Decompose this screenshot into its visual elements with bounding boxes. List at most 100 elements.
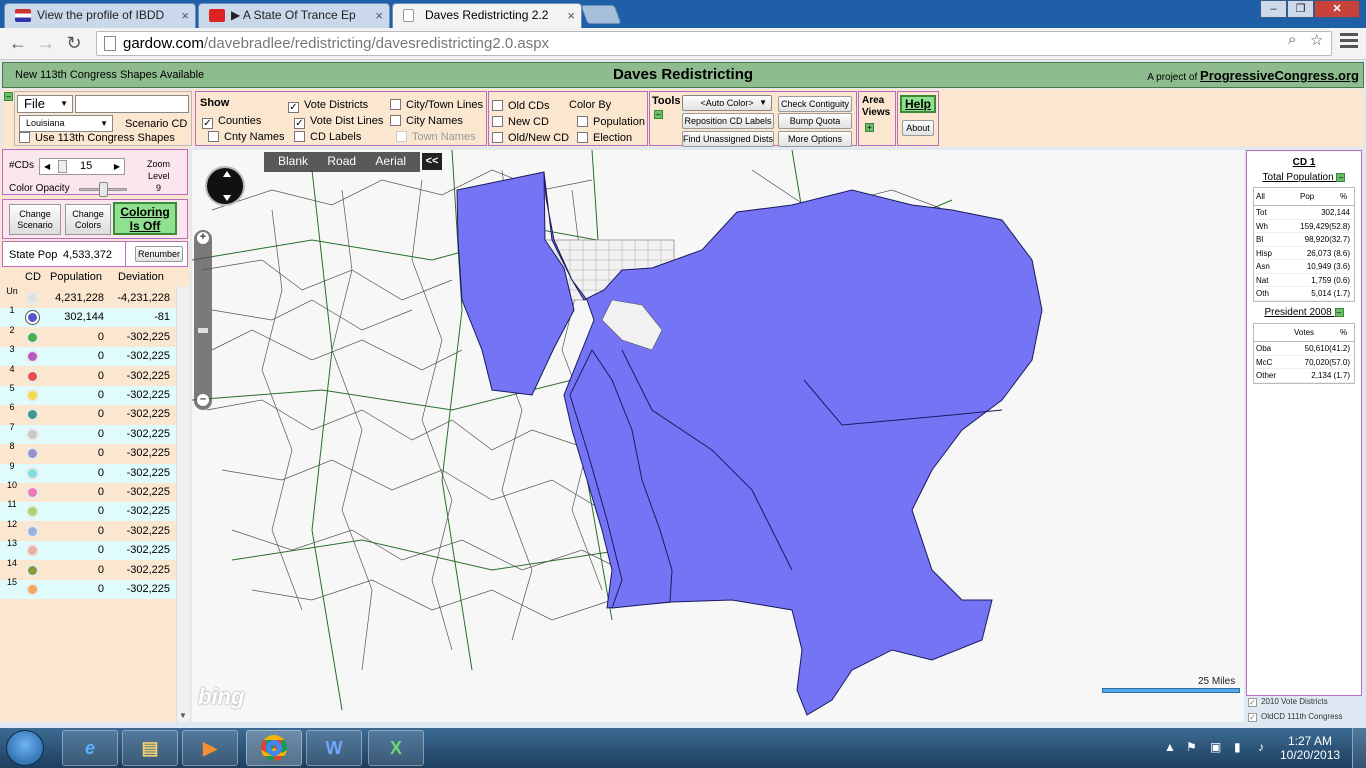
minimize-button[interactable]: – xyxy=(1260,0,1287,18)
cds-stepper[interactable]: ◀ 15 ▶ xyxy=(39,158,125,175)
tab-state-of-trance[interactable]: ▶ A State Of Trance Ep × xyxy=(198,3,390,28)
auto-color-select[interactable]: <Auto Color> ▼ xyxy=(682,95,772,111)
check-contiguity-button[interactable]: Check Contiguity xyxy=(778,96,852,112)
internet-explorer-icon[interactable]: e xyxy=(62,730,118,766)
chrome-icon[interactable] xyxy=(246,730,302,766)
cd-table-row[interactable]: 9 0 -302,225 xyxy=(0,461,176,483)
cd-table-row[interactable]: 12 0 -302,225 xyxy=(0,519,176,541)
old-cds-checkbox[interactable]: Old CDs xyxy=(492,100,550,112)
taskbar-clock[interactable]: 1:27 AM 10/20/2013 xyxy=(1280,734,1340,762)
cd-table-row[interactable]: 8 0 -302,225 xyxy=(0,441,176,464)
pres-toggle-icon[interactable]: – xyxy=(1334,308,1344,317)
stepper-right-arrow-icon[interactable]: ▶ xyxy=(114,159,120,174)
cd-color-swatch[interactable] xyxy=(26,427,39,441)
zoom-magnifier-icon[interactable]: ⌕ xyxy=(1288,31,1296,48)
collapse-map-controls-button[interactable]: << xyxy=(422,153,442,170)
tray-flag-icon[interactable]: ⚑ xyxy=(1186,740,1197,754)
cd-color-swatch[interactable] xyxy=(26,330,39,344)
change-scenario-button[interactable]: Change Scenario xyxy=(9,204,61,235)
tab-daves-redistricting[interactable]: Daves Redistricting 2.2 × xyxy=(392,3,582,28)
zoom-in-icon[interactable]: + xyxy=(197,232,209,244)
cd-table-row[interactable]: 7 0 -302,225 xyxy=(0,422,176,444)
word-icon[interactable]: W xyxy=(306,730,362,766)
cd-color-swatch[interactable] xyxy=(26,544,39,558)
media-player-icon[interactable]: ▶ xyxy=(182,730,238,766)
maximize-button[interactable]: ❐ xyxy=(1287,0,1314,18)
area-views-expand-icon[interactable]: + xyxy=(865,123,874,132)
map-canvas[interactable] xyxy=(192,150,1244,722)
cd-table-row[interactable]: 6 0 -302,225 xyxy=(0,402,176,425)
town-names-checkbox[interactable]: Town Names xyxy=(396,131,476,143)
back-arrow-icon[interactable]: ← xyxy=(6,32,30,56)
cd-table-row[interactable]: 1 302,144 -81 xyxy=(0,305,176,328)
old-new-cd-checkbox[interactable]: Old/New CD xyxy=(492,132,569,144)
cd-color-swatch[interactable] xyxy=(26,389,39,402)
cd-color-swatch[interactable] xyxy=(26,524,39,538)
url-input[interactable]: gardow.com/davebradlee/redistricting/dav… xyxy=(96,31,1332,56)
window-close-button[interactable]: ✕ xyxy=(1314,0,1360,18)
about-button[interactable]: About xyxy=(902,120,934,136)
left-panel-scrollbar[interactable]: ▼ xyxy=(176,287,190,722)
renumber-button[interactable]: Renumber xyxy=(135,246,183,262)
scroll-down-arrow-icon[interactable]: ▼ xyxy=(179,711,187,720)
cd-table-row[interactable]: 14 0 -302,225 xyxy=(0,558,176,580)
find-unassigned-dists-button[interactable]: Find Unassigned Dists xyxy=(682,131,774,147)
tray-expand-icon[interactable]: ▲ xyxy=(1164,740,1176,754)
cd-color-swatch[interactable] xyxy=(26,369,39,383)
cnty-names-checkbox[interactable]: Cnty Names xyxy=(208,131,285,143)
file-menu[interactable]: File ▼ xyxy=(17,95,73,113)
cd-table-row[interactable]: 11 0 -302,225 xyxy=(0,499,176,522)
cd-table-row[interactable]: 2 0 -302,225 xyxy=(0,325,176,347)
legend-oldcd-111th[interactable]: ✓ OldCD 111th Congress xyxy=(1248,712,1343,722)
change-colors-button[interactable]: Change Colors xyxy=(65,204,111,235)
collapse-toolbar-icon[interactable]: – xyxy=(4,92,13,101)
cd-labels-checkbox[interactable]: CD Labels xyxy=(294,131,361,143)
counties-checkbox[interactable]: ✓ Counties xyxy=(202,115,261,129)
show-desktop-button[interactable] xyxy=(1352,728,1366,768)
cd-table-row[interactable]: 4 0 -302,225 xyxy=(0,364,176,386)
new-cd-checkbox[interactable]: New CD xyxy=(492,116,549,128)
zoom-slider-thumb[interactable] xyxy=(198,328,208,333)
vote-districts-checkbox[interactable]: ✓ Vote Districts xyxy=(288,99,368,113)
new-tab-button[interactable] xyxy=(580,5,622,24)
cd-color-swatch[interactable] xyxy=(26,447,39,461)
stepper-thumb[interactable] xyxy=(58,160,67,173)
zoom-out-icon[interactable]: – xyxy=(197,394,209,406)
cd-color-swatch[interactable] xyxy=(26,311,39,325)
map-view[interactable]: Blank Road Aerial << + – bing 25 Miles xyxy=(192,150,1244,722)
close-icon[interactable]: × xyxy=(181,4,189,27)
bump-quota-button[interactable]: Bump Quota xyxy=(778,113,852,129)
zoom-slider[interactable]: + – xyxy=(194,230,212,410)
cd-color-swatch[interactable] xyxy=(26,505,39,519)
cd-color-swatch[interactable] xyxy=(26,408,39,422)
district-1-west-shape[interactable] xyxy=(456,171,575,396)
cd-color-swatch[interactable] xyxy=(26,583,39,596)
progressive-congress-link[interactable]: ProgressiveCongress.org xyxy=(1200,68,1359,83)
cd-color-swatch[interactable] xyxy=(26,292,39,305)
tray-signal-icon[interactable]: ▮ xyxy=(1234,740,1241,754)
tray-network-device-icon[interactable]: ▣ xyxy=(1210,740,1221,754)
city-town-lines-checkbox[interactable]: City/Town Lines xyxy=(390,99,483,111)
cd-table-row[interactable]: 15 0 -302,225 xyxy=(0,577,176,599)
close-icon[interactable]: × xyxy=(375,4,383,27)
forward-arrow-icon[interactable]: → xyxy=(34,32,58,56)
map-type-aerial[interactable]: Aerial xyxy=(375,152,406,171)
start-button[interactable] xyxy=(6,730,44,766)
tray-volume-icon[interactable]: ♪ xyxy=(1258,740,1264,754)
total-pop-toggle-icon[interactable]: – xyxy=(1336,173,1346,182)
coloring-toggle-button[interactable]: Coloring Is Off xyxy=(113,202,177,235)
tab-ibdd-profile[interactable]: View the profile of IBDD × xyxy=(4,3,196,28)
legend-2010-vote-districts[interactable]: ✓ 2010 Vote Districts xyxy=(1248,697,1328,707)
reposition-cd-labels-button[interactable]: Reposition CD Labels xyxy=(682,113,774,129)
cd-table-row[interactable]: 13 0 -302,225 xyxy=(0,538,176,561)
more-options-button[interactable]: More Options xyxy=(778,131,852,147)
cd-color-swatch[interactable] xyxy=(26,486,39,499)
city-names-checkbox[interactable]: City Names xyxy=(390,115,463,127)
cd-table-row[interactable]: Un 4,231,228 -4,231,228 xyxy=(0,286,176,308)
browser-menu-icon[interactable] xyxy=(1340,33,1358,51)
tools-expand-icon[interactable]: – xyxy=(654,110,663,119)
bookmark-star-icon[interactable]: ☆ xyxy=(1310,31,1323,49)
excel-icon[interactable]: X xyxy=(368,730,424,766)
cd-color-swatch[interactable] xyxy=(26,466,39,480)
cd-table-row[interactable]: 5 0 -302,225 xyxy=(0,383,176,405)
